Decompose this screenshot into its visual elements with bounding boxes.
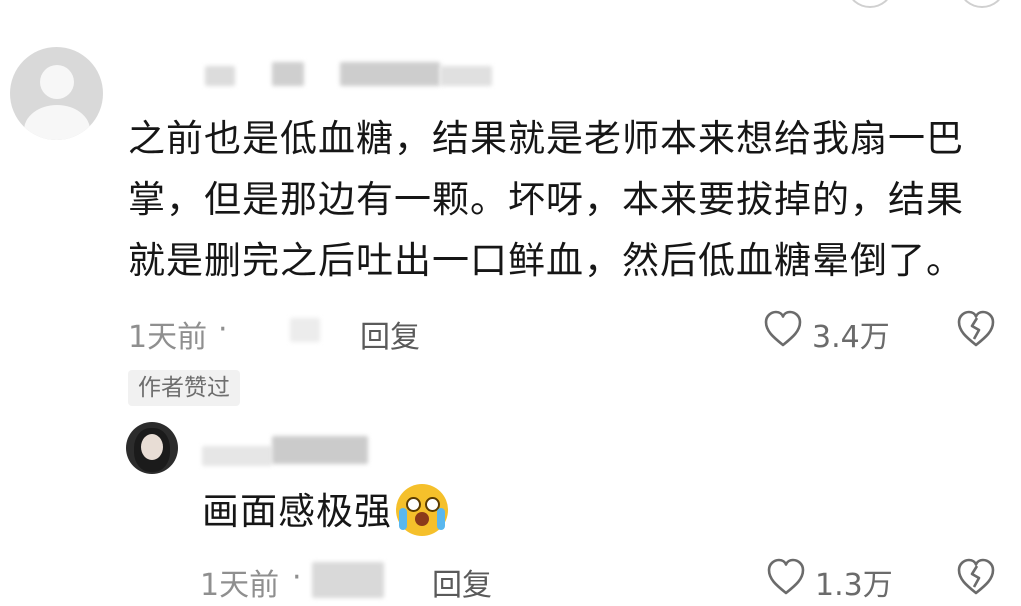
partial-icon-top-right	[848, 0, 892, 8]
reply-username-blurred[interactable]	[272, 436, 368, 464]
like-button[interactable]	[763, 310, 803, 348]
username-blurred[interactable]	[440, 66, 492, 86]
comment-time: 1天前	[128, 320, 208, 355]
meta-dot: ·	[292, 560, 302, 595]
username-blurred[interactable]	[340, 62, 440, 86]
author-liked-badge: 作者赞过	[128, 370, 240, 406]
reply-reply-button[interactable]: 回复	[432, 560, 492, 604]
crying-face-emoji-icon	[396, 484, 448, 536]
reply-button[interactable]: 回复	[360, 312, 420, 356]
reply-text: 画面感极强	[202, 490, 392, 533]
avatar[interactable]	[10, 47, 103, 140]
comment-text: 之前也是低血糖，结果就是老师本来想给我扇一巴掌，但是那边有一颗。坏呀，本来要拔掉…	[128, 117, 964, 282]
reply-location-blurred	[312, 562, 384, 598]
reply-avatar[interactable]	[126, 422, 178, 474]
dislike-button[interactable]	[956, 310, 996, 348]
like-count: 3.4万	[812, 320, 890, 355]
username-blurred[interactable]	[272, 62, 304, 86]
broken-heart-icon	[957, 558, 995, 595]
reply-username-blurred[interactable]	[202, 446, 272, 466]
broken-heart-icon	[957, 310, 995, 347]
heart-icon	[764, 310, 802, 347]
username-blurred[interactable]	[205, 66, 235, 86]
reply-like-button[interactable]	[766, 558, 806, 596]
heart-icon	[767, 558, 805, 595]
reply-dislike-button[interactable]	[956, 558, 996, 596]
reply-time: 1天前	[200, 568, 280, 603]
partial-icon-top-right-2	[960, 0, 1004, 8]
meta-dot: ·	[218, 312, 228, 347]
location-blurred	[290, 318, 320, 342]
reply-like-count: 1.3万	[815, 568, 893, 603]
